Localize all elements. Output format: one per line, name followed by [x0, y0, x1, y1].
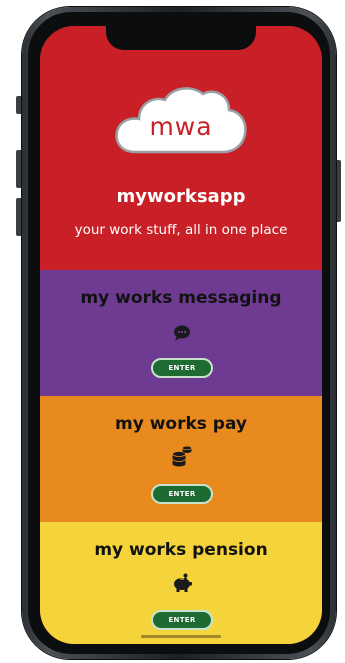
section-pension: my works pension ENTER: [40, 522, 322, 644]
section-title-pay: my works pay: [114, 414, 248, 434]
section-pay: my works pay ENTER: [40, 396, 322, 522]
section-title-messaging: my works messaging: [80, 288, 282, 308]
app-screen: mwa myworksapp your work stuff, all in o…: [40, 26, 322, 644]
logo-text: mwa: [149, 112, 213, 141]
enter-messaging-button[interactable]: ENTER: [151, 358, 213, 378]
enter-pension-button[interactable]: ENTER: [151, 610, 213, 630]
app-title: myworksapp: [116, 186, 246, 207]
piggy-bank-icon: [174, 573, 192, 592]
section-messaging: my works messaging ENTER: [40, 270, 322, 396]
app-header: mwa myworksapp your work stuff, all in o…: [40, 26, 322, 270]
power-button: [336, 160, 341, 222]
section-title-pension: my works pension: [94, 540, 268, 560]
enter-pay-button[interactable]: ENTER: [151, 484, 213, 504]
app-tagline: your work stuff, all in one place: [74, 222, 288, 238]
chat-bubble-icon: [174, 325, 190, 341]
coins-stack-icon: [172, 446, 192, 467]
phone-notch: [106, 26, 256, 50]
home-indicator: [141, 635, 221, 638]
